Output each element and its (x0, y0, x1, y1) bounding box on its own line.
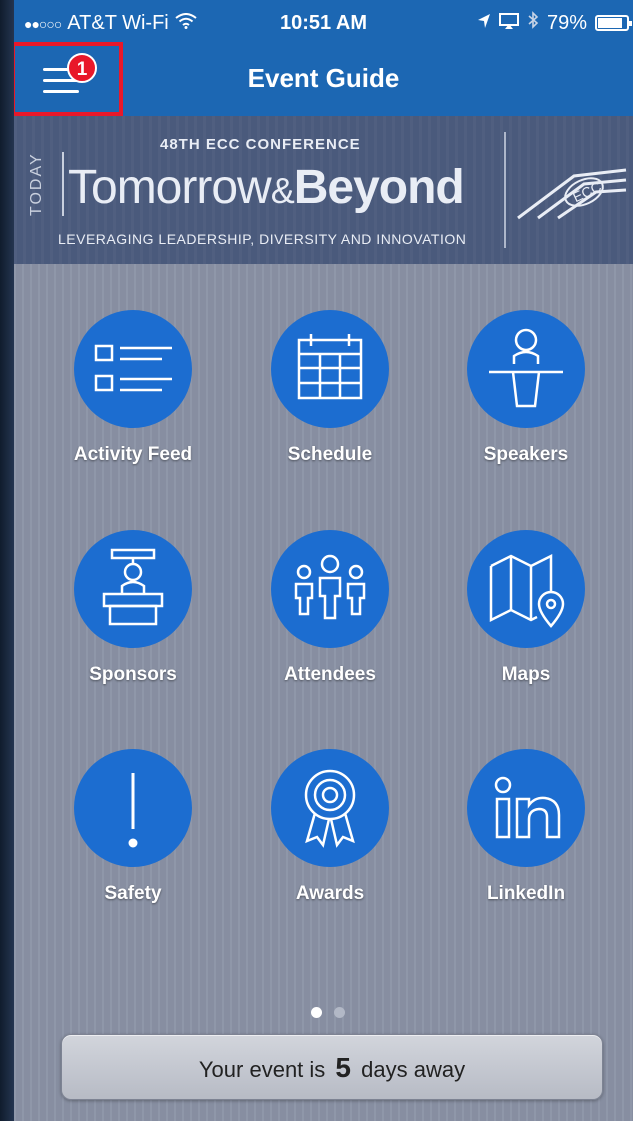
tile-label: Attendees (284, 664, 376, 685)
screen-mirroring-icon (498, 12, 519, 35)
banner-tagline: LEVERAGING LEADERSHIP, DIVERSITY AND INN… (58, 231, 467, 247)
countdown-days: 5 (335, 1052, 351, 1083)
tile-label: Safety (104, 883, 162, 904)
bluetooth-icon (527, 11, 539, 35)
status-right: 79% (477, 11, 632, 35)
tile-maps[interactable]: Maps (426, 530, 626, 730)
tile-awards[interactable]: Awards (230, 749, 430, 949)
banner-title-part1: Tomorrow (68, 161, 272, 214)
linkedin-icon (467, 749, 585, 867)
banner-conference: 48TH ECC CONFERENCE (160, 136, 361, 153)
tile-linkedin[interactable]: LinkedIn (426, 749, 626, 949)
tile-label: Schedule (287, 444, 373, 465)
event-countdown: Your event is 5 days away (61, 1034, 603, 1100)
tile-label: Sponsors (89, 664, 177, 685)
banner-title: Tomorrow&Beyond (68, 160, 465, 215)
calendar-icon (271, 310, 389, 428)
map-pin-icon (467, 530, 585, 648)
event-banner: TODAY 48TH ECC CONFERENCE Tomorrow&Beyon… (14, 116, 633, 264)
tile-activity-feed[interactable]: Activity Feed (33, 310, 233, 510)
tile-attendees[interactable]: Attendees (230, 530, 430, 730)
tile-label: Activity Feed (73, 444, 193, 465)
tile-sponsors[interactable]: Sponsors (33, 530, 233, 730)
tile-safety[interactable]: Safety (33, 749, 233, 949)
banner-title-amp: & (270, 170, 295, 211)
tile-label: Maps (501, 664, 551, 685)
ecc-logo-icon: ECC (514, 162, 630, 227)
banner-today: TODAY (28, 152, 45, 216)
app-screen: ●●○○○ AT&T Wi-Fi 10:51 AM 79% 1 Event Gu… (14, 0, 633, 1121)
location-arrow-icon (477, 12, 491, 35)
window-edge (0, 0, 14, 1121)
tile-label: Speakers (483, 444, 569, 465)
page-title: Event Guide (247, 63, 400, 93)
tile-label: Awards (295, 883, 365, 904)
page-dot-active[interactable] (311, 1007, 322, 1018)
page-dot[interactable] (334, 1007, 345, 1018)
tile-speakers[interactable]: Speakers (426, 310, 626, 510)
people-icon (271, 530, 389, 648)
status-bar: ●●○○○ AT&T Wi-Fi 10:51 AM 79% (14, 0, 633, 44)
countdown-prefix: Your event is (198, 1057, 326, 1082)
exclamation-icon (74, 749, 192, 867)
banner-title-part2: Beyond (293, 161, 465, 214)
battery-icon (595, 15, 632, 31)
banner-separator (504, 132, 506, 248)
nav-bar: 1 Event Guide (14, 42, 633, 116)
sponsor-booth-icon (74, 530, 192, 648)
activity-feed-icon (74, 310, 192, 428)
tile-schedule[interactable]: Schedule (230, 310, 430, 510)
speaker-podium-icon (467, 310, 585, 428)
page-indicator[interactable] (311, 1007, 345, 1018)
award-ribbon-icon (271, 749, 389, 867)
tile-label: LinkedIn (486, 883, 566, 904)
banner-divider (62, 152, 64, 216)
countdown-suffix: days away (361, 1057, 466, 1082)
battery-percent: 79% (546, 11, 587, 34)
